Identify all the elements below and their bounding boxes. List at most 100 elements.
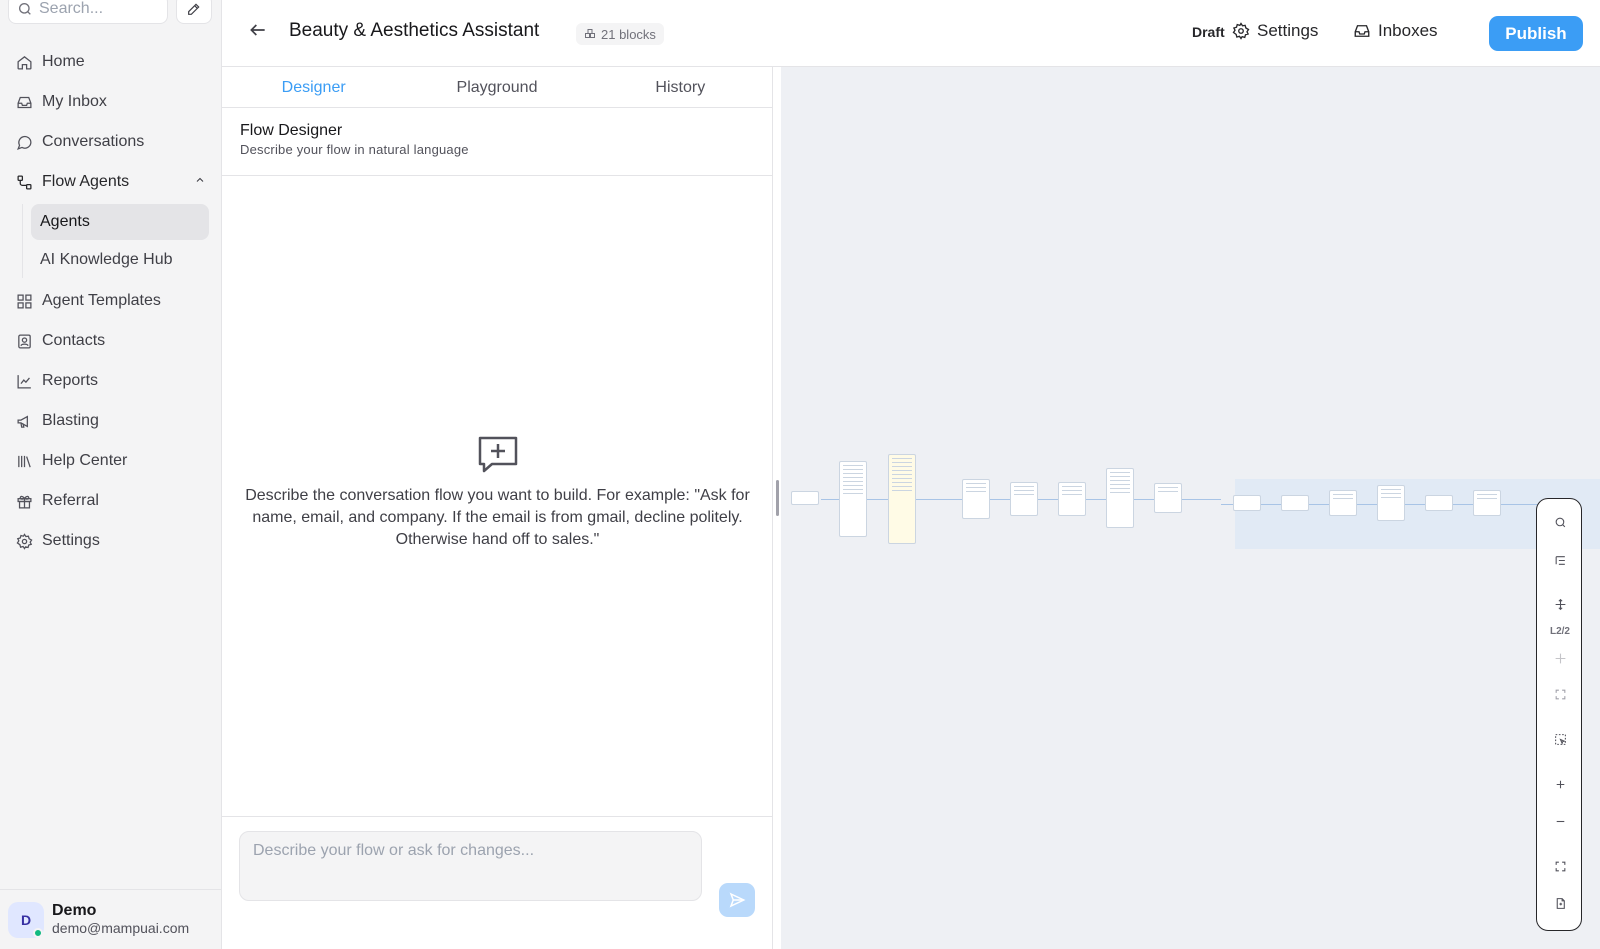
user-info: Demo demo@mampuai.com [52,902,189,937]
chart-icon [16,373,33,390]
flow-icon [16,174,33,191]
compose-button[interactable] [176,0,212,24]
flow-node[interactable] [839,461,867,537]
sidebar-item-label: Home [42,53,85,70]
flow-node[interactable] [1010,482,1038,516]
zoom-in-button[interactable] [1537,772,1583,796]
sidebar-item-label: Agent Templates [42,292,161,309]
sidebar-item-conversations[interactable]: Conversations [0,122,222,162]
user-email: demo@mampuai.com [52,920,190,936]
flow-canvas[interactable] [781,67,1600,949]
sidebar-item-ai-knowledge-hub[interactable]: AI Knowledge Hub [31,242,209,278]
sidebar-item-blasting[interactable]: Blasting [0,401,222,441]
empty-state: Describe the conversation flow you want … [222,433,773,551]
fullscreen-icon [1555,861,1565,871]
designer-panel: Designer Playground History Flow Designe… [222,67,773,949]
auto-layout-button[interactable] [1537,592,1583,616]
chat-icon [16,134,33,151]
sidebar: Search... Home My Inbox Conversations Fl… [0,0,222,949]
flow-designer-header: Flow Designer Describe your flow in natu… [222,108,772,176]
sidebar-item-flow-agents[interactable]: Flow Agents [0,162,222,202]
canvas-search-button[interactable] [1537,510,1583,534]
flow-prompt-input[interactable] [239,831,702,901]
flow-node[interactable] [1281,495,1309,511]
inbox-icon [16,94,33,111]
back-arrow-icon[interactable] [248,20,268,45]
outline-button[interactable] [1537,548,1583,572]
flow-node[interactable] [1233,495,1261,511]
flow-node[interactable] [1154,483,1182,513]
section-title: Flow Designer [240,122,343,139]
send-icon [729,892,746,908]
tab-designer[interactable]: Designer [222,67,405,107]
send-button[interactable] [719,883,755,917]
collapse-button[interactable] [1537,646,1583,670]
tab-playground[interactable]: Playground [405,67,588,107]
select-button[interactable] [1537,727,1583,751]
sidebar-item-referral[interactable]: Referral [0,481,222,521]
flow-node[interactable] [1473,490,1501,516]
status-badge: Draft [1192,24,1225,40]
composer [222,816,773,949]
sidebar-item-my-inbox[interactable]: My Inbox [0,82,222,122]
chevron-up-icon[interactable] [194,173,206,191]
sidebar-item-help-center[interactable]: Help Center [0,441,222,481]
expand-button[interactable] [1537,682,1583,706]
sidebar-item-contacts[interactable]: Contacts [0,321,222,361]
settings-button[interactable]: Settings [1232,21,1318,41]
megaphone-icon [16,413,33,430]
flow-node[interactable] [1425,495,1453,511]
list-tree-icon [1555,555,1565,565]
sidebar-item-label: Conversations [42,133,145,150]
flow-node[interactable] [791,491,819,505]
gear-icon [16,532,33,550]
flow-node[interactable] [888,454,916,544]
sidebar-item-agent-templates[interactable]: Agent Templates [0,281,222,321]
publish-button[interactable]: Publish [1489,16,1583,51]
flow-agents-subnav: Agents AI Knowledge Hub [22,204,222,278]
online-status-dot [33,927,43,938]
flow-node[interactable] [1106,468,1134,528]
flow-node[interactable] [1058,482,1086,516]
section-subtitle: Describe your flow in natural language [240,142,469,157]
sidebar-item-home[interactable]: Home [0,42,222,82]
avatar-initial: D [20,911,32,928]
export-button[interactable] [1537,891,1583,915]
panel-resize-handle[interactable] [776,480,779,516]
search-placeholder: Search... [39,0,104,17]
search-input[interactable]: Search... [8,0,168,24]
zoom-out-button[interactable] [1537,809,1583,833]
selection-icon [1554,733,1566,745]
tab-history[interactable]: History [589,67,772,107]
gear-icon [1232,22,1250,40]
plus-icon [1556,780,1564,788]
sidebar-item-reports[interactable]: Reports [0,361,222,401]
settings-button-label: Settings [1257,21,1319,40]
flow-node[interactable] [962,479,990,519]
blocks-icon [585,29,595,38]
page-header: Beauty & Aesthetics Assistant 21 blocks … [222,0,1600,67]
inboxes-button[interactable]: Inboxes [1353,21,1438,41]
blocks-count: 21 blocks [601,26,656,42]
gift-icon [16,493,33,510]
flow-node[interactable] [1329,490,1357,516]
sidebar-item-settings[interactable]: Settings [0,521,222,561]
sidebar-item-label: Contacts [42,332,106,349]
user-profile[interactable]: D Demo demo@mampuai.com [0,889,222,949]
user-name: Demo [52,902,97,919]
minus-icon [1556,820,1564,822]
expand-icon [1555,689,1565,699]
sidebar-item-label: AI Knowledge Hub [40,251,173,268]
sidebar-item-agents[interactable]: Agents [31,204,209,240]
sidebar-item-label: Reports [42,372,99,389]
pen-icon [188,3,200,15]
fit-view-button[interactable] [1537,854,1583,878]
zoom-level-label: L2/2 [1549,625,1570,637]
flow-node[interactable] [1377,485,1405,521]
message-plus-icon [478,436,517,473]
inboxes-button-label: Inboxes [1378,21,1438,40]
inbox-icon [1354,25,1370,37]
empty-state-text: Describe the conversation flow you want … [245,487,750,548]
search-icon [1555,517,1565,527]
file-icon [1556,897,1565,909]
